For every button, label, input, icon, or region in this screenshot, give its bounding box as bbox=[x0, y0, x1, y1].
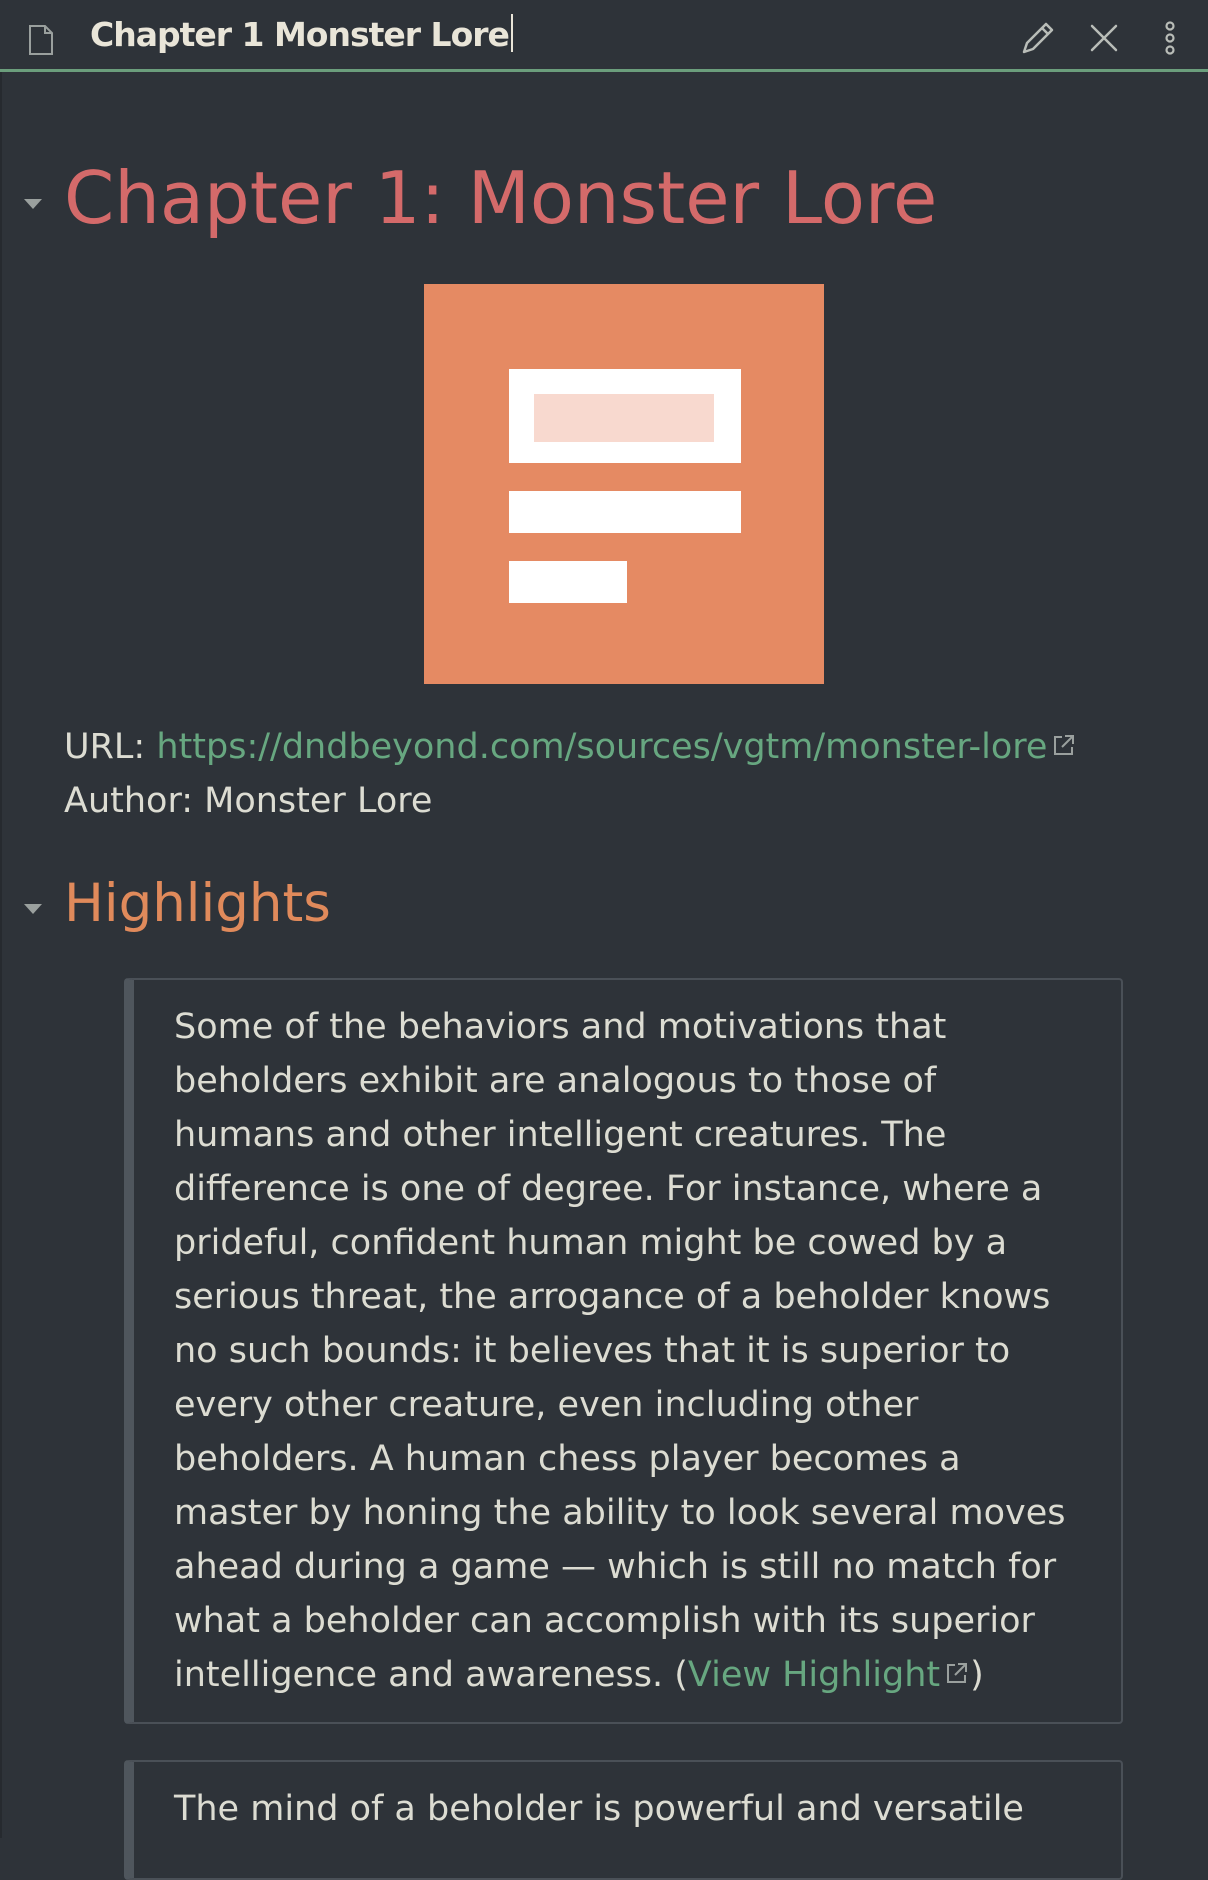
note-header: Chapter 1 Monster Lore bbox=[0, 0, 1208, 72]
url-row: URL: https://dndbeyond.com/sources/vgtm/… bbox=[64, 722, 1077, 772]
cover-block-line bbox=[509, 491, 741, 533]
fold-toggle-heading[interactable] bbox=[24, 199, 42, 209]
highlight-blockquote: Some of the behaviors and motivations th… bbox=[124, 978, 1123, 1724]
highlight-text: Some of the behaviors and motivations th… bbox=[174, 1007, 1066, 1695]
author-value: Monster Lore bbox=[204, 781, 433, 821]
source-url-link[interactable]: https://dndbeyond.com/sources/vgtm/monst… bbox=[156, 727, 1077, 767]
highlight-text: The mind of a beholder is powerful and v… bbox=[174, 1789, 1024, 1829]
view-highlight-link[interactable]: View Highlight bbox=[688, 1655, 970, 1695]
highlight-blockquote: The mind of a beholder is powerful and v… bbox=[124, 1760, 1123, 1880]
external-link-icon bbox=[1054, 735, 1075, 755]
cover-block-short-line bbox=[509, 561, 627, 603]
author-label: Author: bbox=[64, 781, 205, 821]
fold-toggle-highlights[interactable] bbox=[24, 904, 42, 914]
external-link-icon bbox=[947, 1663, 968, 1683]
close-icon[interactable] bbox=[1084, 18, 1124, 58]
article-placeholder-icon bbox=[424, 284, 824, 684]
more-options-icon[interactable] bbox=[1150, 18, 1190, 58]
url-label: URL: bbox=[64, 727, 157, 767]
edit-icon[interactable] bbox=[1018, 18, 1058, 58]
note-title-input[interactable]: Chapter 1 Monster Lore bbox=[90, 14, 513, 54]
author-row: Author: Monster Lore bbox=[64, 776, 432, 826]
pane-edge bbox=[0, 72, 2, 1838]
highlights-heading: Highlights bbox=[64, 873, 331, 934]
text-caret bbox=[510, 14, 513, 52]
highlight-suffix: ) bbox=[970, 1655, 984, 1695]
note-title-text: Chapter 1 Monster Lore bbox=[90, 15, 510, 54]
cover-block-inner bbox=[534, 394, 714, 442]
note-heading: Chapter 1: Monster Lore bbox=[64, 156, 938, 240]
document-icon bbox=[29, 25, 53, 55]
